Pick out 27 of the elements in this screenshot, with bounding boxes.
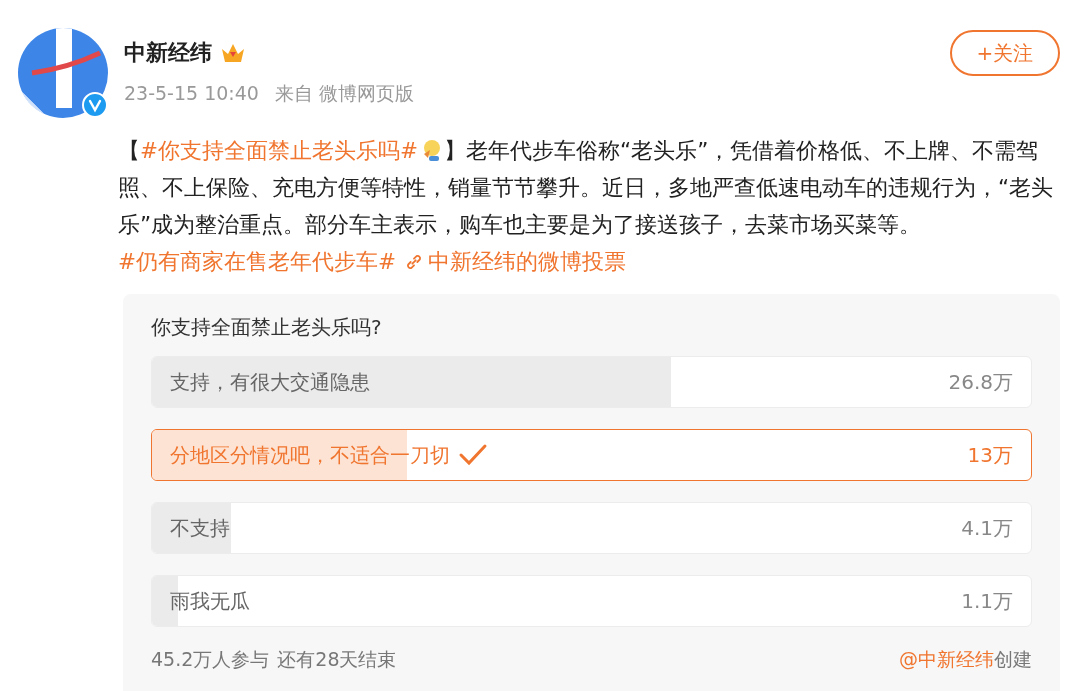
poll-option[interactable]: 支持，有很大交通隐患 26.8万 [151,356,1032,408]
poll-option[interactable]: 分地区分情况吧，不适合一刀切 13万 [151,429,1032,481]
author-name[interactable]: 中新经纬 [124,36,212,69]
participant-count: 45.2万人参与 [151,647,270,672]
vote-count: 13万 [967,442,1013,469]
post-time: 23-5-15 10:40 [124,81,259,106]
option-label: 雨我无瓜 [170,588,250,615]
hashtag-link[interactable]: #你支持全面禁止老头乐吗# [140,138,445,163]
poll-link[interactable]: 中新经纬的微博投票 [404,249,627,274]
post-text: 【#你支持全面禁止老头乐吗# 】老年代步车俗称“老头乐”，凭借着价格低、不上牌、不需驾照、不上保险、充电方便等特性，销量节节攀升。近日，多地严查低速电动车的违规行为，“老头乐”成为整治重点。部分车主表示，购车也主要是为了接送孩子，去菜市场买菜等。 #仍有商家在售老年代步车# 中新经纬的微博投票 [118,137,1055,276]
post-source: 来自 微博网页版 [274,81,414,106]
follow-button[interactable]: +关注 [950,30,1060,76]
vote-count: 1.1万 [961,588,1013,615]
check-icon [458,443,488,467]
vote-count: 26.8万 [948,369,1013,396]
option-label: 不支持 [170,515,230,542]
option-label: 支持，有很大交通隐患 [170,369,370,396]
creator-link[interactable]: @中新经纬 [899,645,994,674]
poll-option[interactable]: 不支持 4.1万 [151,502,1032,554]
created-label: 创建 [994,647,1032,672]
verified-badge-icon [82,92,108,118]
poll-question: 你支持全面禁止老头乐吗? [151,314,383,341]
option-label: 分地区分情况吧，不适合一刀切 [170,442,450,469]
vote-count: 4.1万 [961,515,1013,542]
hashtag-link[interactable]: #仍有商家在售老年代步车# [118,249,397,274]
time-remaining: 还有28天结束 [277,647,397,672]
poll-option[interactable]: 雨我无瓜 1.1万 [151,575,1032,627]
